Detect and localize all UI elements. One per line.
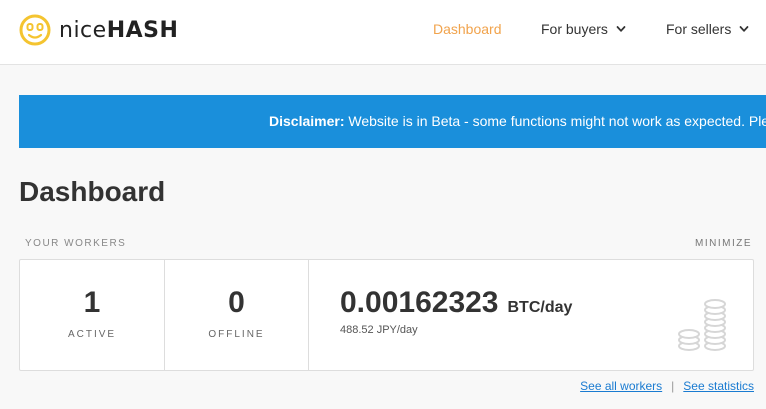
disclaimer-label: Disclaimer: bbox=[269, 113, 345, 129]
offline-count: 0 bbox=[228, 286, 245, 319]
worker-links: See all workers | See statistics bbox=[580, 379, 754, 393]
profitability-value: 0.00162323 bbox=[340, 286, 499, 319]
workers-card: 1 ACTIVE 0 OFFLINE 0.00162323 BTC/day 48… bbox=[19, 259, 754, 371]
profitability-unit: BTC/day bbox=[507, 299, 573, 316]
nav-for-sellers-label: For sellers bbox=[666, 21, 732, 37]
see-statistics-link[interactable]: See statistics bbox=[683, 379, 754, 393]
your-workers-label: YOUR WORKERS bbox=[25, 238, 127, 249]
nav-dashboard[interactable]: Dashboard bbox=[433, 21, 502, 37]
offline-label: OFFLINE bbox=[208, 329, 265, 340]
disclaimer-banner: Disclaimer: Website is in Beta - some fu… bbox=[19, 95, 766, 148]
chevron-down-icon bbox=[616, 26, 626, 32]
page-title: Dashboard bbox=[19, 176, 166, 207]
logo-text: niceHASH bbox=[59, 17, 179, 43]
active-label: ACTIVE bbox=[67, 329, 117, 340]
coin-stack-icon bbox=[678, 299, 726, 351]
nicehash-logo[interactable]: niceHASH bbox=[19, 13, 178, 47]
offline-workers-cell: 0 OFFLINE bbox=[165, 260, 309, 370]
nicehash-logo-icon bbox=[19, 14, 51, 46]
chevron-down-icon bbox=[739, 26, 749, 32]
profitability: 0.00162323 BTC/day bbox=[340, 286, 572, 320]
nav-for-buyers-label: For buyers bbox=[541, 21, 608, 37]
minimize-button[interactable]: MINIMIZE bbox=[695, 238, 752, 249]
link-separator: | bbox=[671, 379, 675, 393]
disclaimer-message: Website is in Beta - some functions migh… bbox=[344, 113, 766, 129]
active-count: 1 bbox=[83, 286, 101, 319]
nav-dashboard-label: Dashboard bbox=[433, 21, 502, 37]
disclaimer-text: Disclaimer: Website is in Beta - some fu… bbox=[269, 113, 766, 129]
fiat-profitability: 488.52 JPY/day bbox=[340, 324, 418, 336]
profitability-cell: 0.00162323 BTC/day 488.52 JPY/day bbox=[309, 260, 753, 370]
nav-for-sellers[interactable]: For sellers bbox=[666, 21, 749, 37]
active-workers-cell: 1 ACTIVE bbox=[20, 260, 165, 370]
nav-for-buyers[interactable]: For buyers bbox=[541, 21, 626, 37]
top-header: niceHASH Dashboard For buyers For seller… bbox=[0, 0, 766, 65]
see-all-workers-link[interactable]: See all workers bbox=[580, 379, 662, 393]
